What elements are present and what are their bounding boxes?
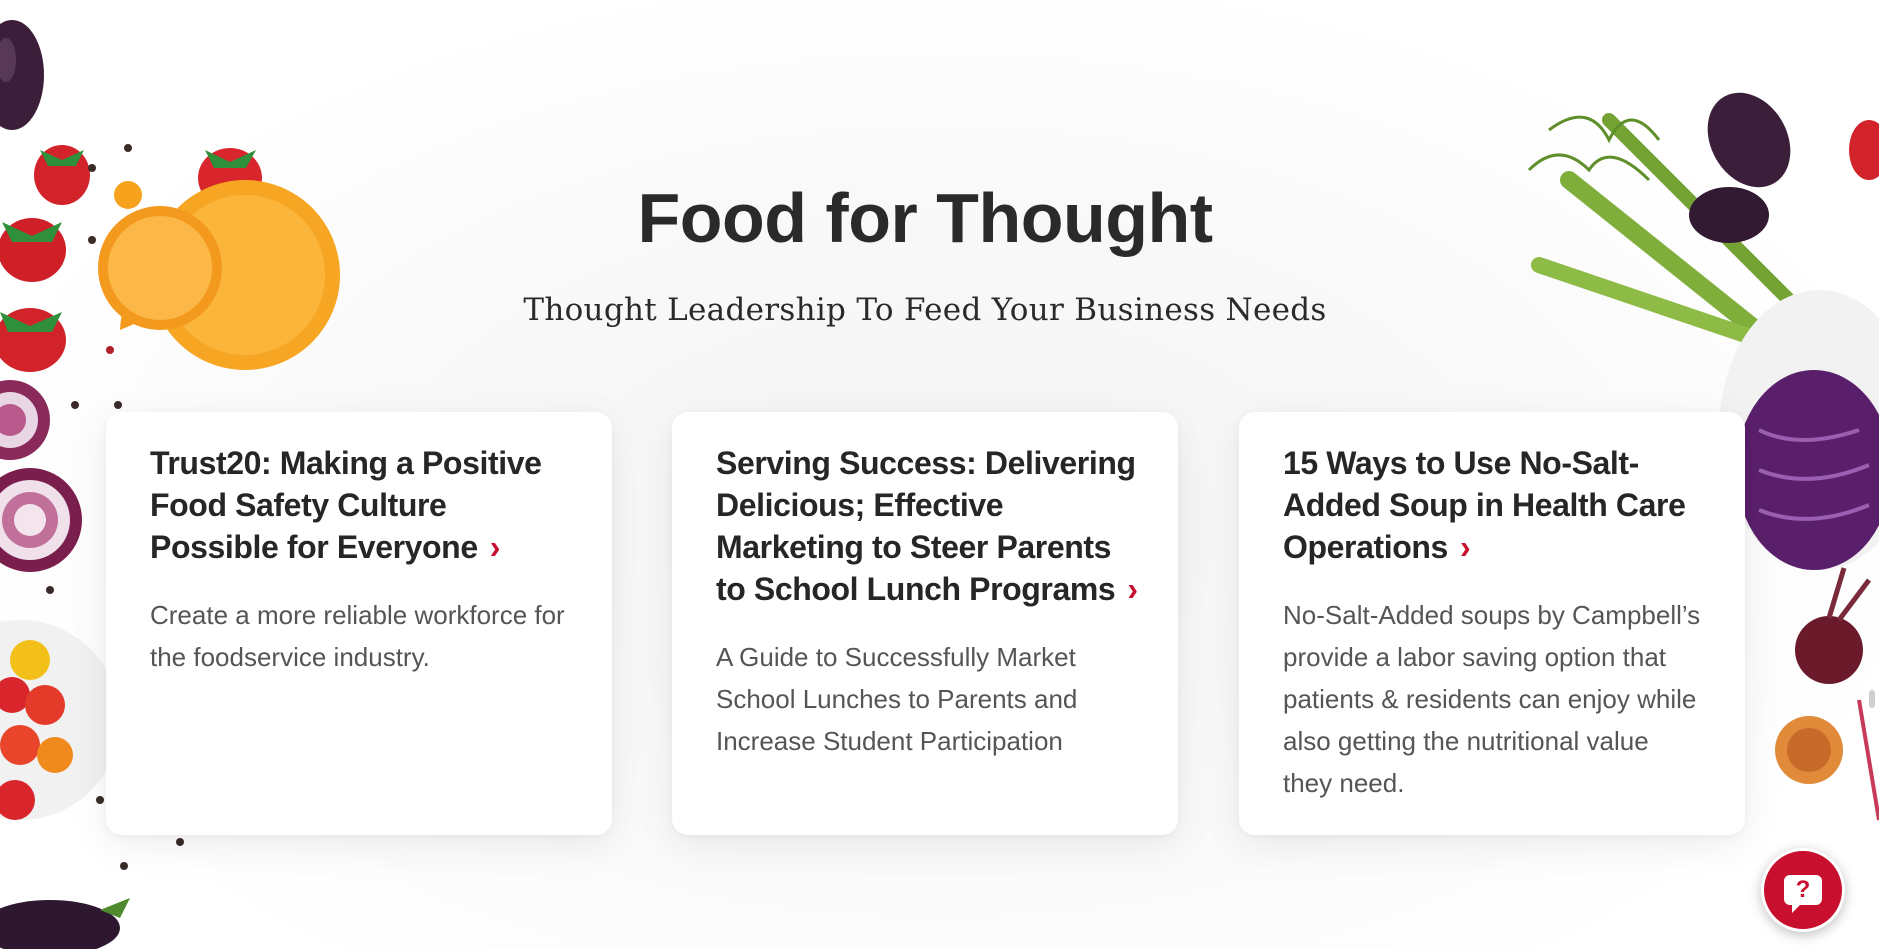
article-card[interactable]: 15 Ways to Use No-Salt-Added Soup in Hea… [1239, 412, 1745, 835]
cherry-tomatoes-image [0, 620, 120, 820]
article-card-title: Serving Success: Delivering Delicious; E… [716, 445, 1136, 607]
scrollbar-thumb[interactable] [1869, 690, 1875, 708]
article-card-title-link[interactable]: Serving Success: Delivering Delicious; E… [716, 442, 1138, 610]
section-title: Food for Thought [637, 179, 1213, 257]
strawberry-image [1849, 120, 1879, 180]
article-card-title: Trust20: Making a Positive Food Safety C… [150, 445, 542, 565]
page: Food for Thought Thought Leadership To F… [0, 0, 1879, 949]
red-onion-image [0, 468, 82, 572]
article-card[interactable]: Trust20: Making a Positive Food Safety C… [106, 412, 612, 835]
help-question-icon: ? [1784, 875, 1822, 913]
article-card-description: Create a more reliable workforce for the… [150, 600, 565, 672]
eggplant-image [0, 900, 120, 949]
beet-image [1775, 567, 1879, 821]
article-card-description: A Guide to Successfully Market School Lu… [716, 642, 1078, 756]
article-card-title-link[interactable]: 15 Ways to Use No-Salt-Added Soup in Hea… [1283, 442, 1705, 568]
article-card[interactable]: Serving Success: Delivering Delicious; E… [672, 412, 1178, 835]
red-onion-image [0, 380, 50, 460]
article-card-title-link[interactable]: Trust20: Making a Positive Food Safety C… [150, 442, 572, 568]
help-button-label: ? [1795, 876, 1811, 903]
article-card-title: 15 Ways to Use No-Salt-Added Soup in Hea… [1283, 445, 1686, 565]
chevron-right-icon: › [489, 528, 501, 566]
section-subtitle: Thought Leadership To Feed Your Business… [523, 292, 1327, 328]
chevron-right-icon: › [1459, 528, 1471, 566]
chevron-right-icon: › [1127, 570, 1138, 608]
article-card-description: No-Salt-Added soups by Campbell’s provid… [1283, 600, 1701, 798]
help-chat-button[interactable]: ? [1761, 848, 1845, 932]
